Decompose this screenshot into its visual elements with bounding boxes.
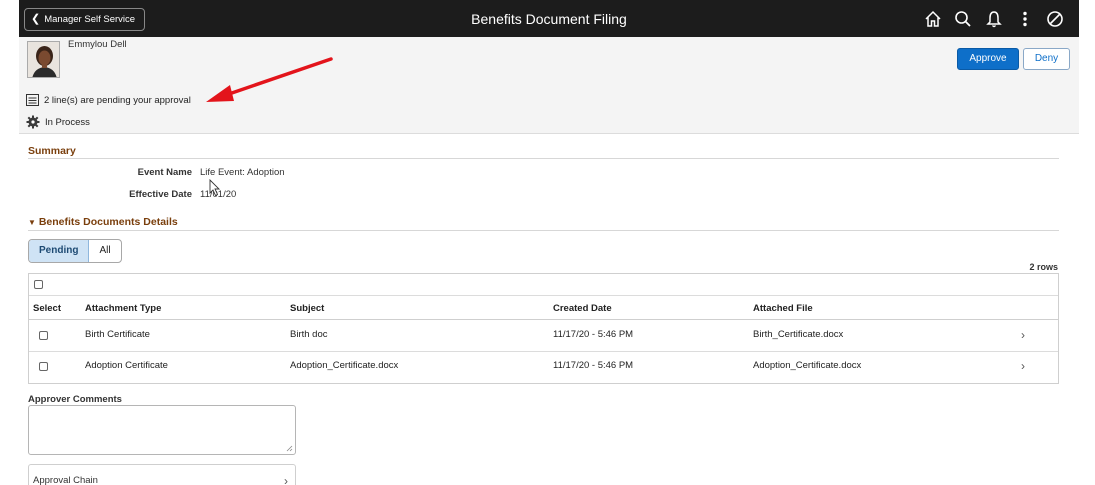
approver-comments-input[interactable] (28, 405, 296, 455)
search-icon[interactable] (953, 9, 973, 29)
tab-all[interactable]: All (89, 240, 120, 262)
details-divider (28, 230, 1059, 231)
app-window: ❮ Manager Self Service Benefits Document … (19, 0, 1079, 485)
column-header-created-date[interactable]: Created Date (553, 303, 612, 314)
collapse-triangle-icon: ▼ (28, 218, 36, 227)
navbar-icon[interactable] (1045, 9, 1065, 29)
effective-date-label: Effective Date (129, 189, 192, 200)
rows-count: 2 rows (1029, 262, 1058, 272)
subject-cell: Birth doc (290, 329, 328, 340)
documents-grid: Select Attachment Type Subject Created D… (28, 273, 1059, 384)
mouse-cursor-icon (209, 179, 221, 197)
grid-toolbar (29, 274, 1058, 296)
avatar (27, 41, 60, 78)
chevron-right-icon[interactable]: › (1021, 359, 1025, 373)
tab-pending[interactable]: Pending (29, 240, 90, 262)
column-header-select: Select (33, 303, 61, 314)
left-margin (0, 0, 19, 485)
column-header-attachment-type[interactable]: Attachment Type (85, 303, 161, 314)
pending-text: 2 line(s) are pending your approval (44, 94, 191, 106)
table-row[interactable]: Adoption Certificate Adoption_Certificat… (29, 352, 1058, 384)
event-name-value: Life Event: Adoption (200, 167, 285, 178)
subject-cell: Adoption_Certificate.docx (290, 360, 399, 371)
home-icon[interactable] (923, 9, 943, 29)
created-date-cell: 11/17/20 - 5:46 PM (553, 360, 634, 371)
banner: ❮ Manager Self Service Benefits Document … (19, 0, 1079, 37)
approval-chain-link[interactable]: Approval Chain › (28, 464, 296, 485)
column-header-subject[interactable]: Subject (290, 303, 324, 314)
created-date-cell: 11/17/20 - 5:46 PM (553, 329, 634, 340)
approve-button[interactable]: Approve (957, 48, 1019, 70)
attachment-type-cell: Adoption Certificate (85, 360, 168, 371)
table-row[interactable]: Birth Certificate Birth doc 11/17/20 - 5… (29, 320, 1058, 352)
status-text: In Process (45, 116, 90, 128)
grid-header: Select Attachment Type Subject Created D… (29, 296, 1058, 320)
status-info: In Process (26, 115, 90, 129)
employee-name: Emmylou Dell (68, 39, 127, 50)
chevron-right-icon: › (284, 474, 288, 485)
resize-handle-icon[interactable] (286, 445, 293, 452)
list-icon (26, 94, 39, 106)
more-options-icon[interactable] (1015, 9, 1035, 29)
approver-comments-label: Approver Comments (28, 394, 122, 405)
event-name-label: Event Name (137, 167, 192, 178)
attached-file-cell[interactable]: Adoption_Certificate.docx (753, 360, 861, 371)
summary-title: Summary (28, 145, 76, 157)
details-section-toggle[interactable]: ▼ Benefits Documents Details (28, 216, 178, 228)
filter-segmented-control: Pending All (28, 239, 122, 263)
row-select-checkbox[interactable] (39, 331, 48, 340)
details-title: Benefits Documents Details (38, 216, 178, 228)
in-process-icon (26, 115, 40, 129)
right-margin (1079, 0, 1095, 485)
annotation-arrow (206, 57, 333, 102)
approval-header: Emmylou Dell Approve Deny 2 line(s) are … (19, 37, 1079, 134)
pending-approval-info: 2 line(s) are pending your approval (26, 94, 191, 106)
summary-divider (28, 158, 1059, 159)
approval-chain-label: Approval Chain (33, 475, 98, 485)
bell-icon[interactable] (984, 9, 1004, 29)
row-select-checkbox[interactable] (39, 362, 48, 371)
deny-button[interactable]: Deny (1023, 48, 1070, 70)
attached-file-cell[interactable]: Birth_Certificate.docx (753, 329, 843, 340)
chevron-right-icon[interactable]: › (1021, 328, 1025, 342)
column-header-attached-file[interactable]: Attached File (753, 303, 813, 314)
attachment-type-cell: Birth Certificate (85, 329, 150, 340)
select-all-checkbox[interactable] (34, 280, 43, 289)
page-title: Benefits Document Filing (471, 11, 627, 27)
